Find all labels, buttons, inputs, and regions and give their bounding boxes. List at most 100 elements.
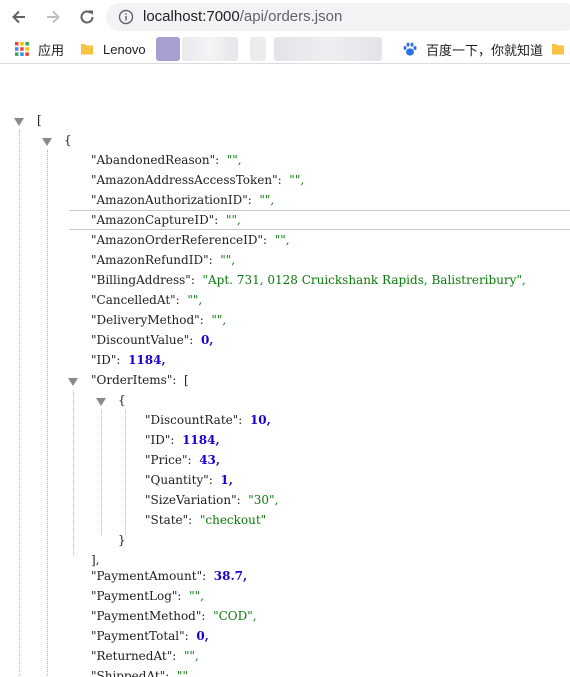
json-key: "Quantity" (145, 473, 209, 487)
json-row: "AmazonAddressAccessToken": "", (91, 173, 305, 187)
url-host: localhost:7000 (143, 8, 240, 25)
address-url[interactable]: localhost:7000/api/orders.json (143, 8, 342, 25)
json-key: "OrderItems" (91, 373, 173, 387)
json-number-value: 1184, (128, 353, 166, 367)
json-row-orderitems: "OrderItems": [ (91, 373, 189, 387)
array-open-bracket: [ (37, 113, 42, 127)
json-string-value: "", (211, 313, 227, 327)
back-button[interactable] (7, 5, 31, 29)
json-row: "PaymentMethod": "COD", (91, 609, 257, 623)
info-icon[interactable] (118, 9, 134, 25)
bookmark-baidu[interactable]: 百度一下，你就知道 (402, 39, 543, 59)
orderitems-close-bracket: ], (91, 553, 100, 567)
json-row: "ID": 1184, (145, 433, 220, 447)
json-row: "DiscountValue": 0, (91, 333, 214, 347)
json-string-value: "30", (248, 493, 279, 507)
json-string-value: "", (220, 253, 236, 267)
json-number-value: 10, (249, 413, 271, 427)
json-viewer: [ { "AbandonedReason": "", "AmazonAddress… (0, 64, 570, 677)
json-row: "PaymentAmount": 38.7, (91, 569, 248, 583)
blurred-bookmark-icon (156, 37, 180, 61)
json-key: "ID" (145, 433, 171, 447)
json-row: "AmazonOrderReferenceID": "", (91, 233, 290, 247)
browser-toolbar: localhost:7000/api/orders.json (0, 0, 570, 34)
json-string-value: "", (259, 193, 275, 207)
json-string-value: "" (176, 669, 188, 677)
json-key: "BillingAddress" (91, 273, 191, 287)
json-string-value: "Apt. 731, 0128 Cruickshank Rapids, Bali… (202, 273, 526, 287)
item-close-brace: } (118, 533, 126, 547)
collapse-toggle-icon[interactable] (42, 137, 52, 147)
bookmarks-bar: 应用 Lenovo 百度一下，你就知道 (0, 35, 570, 64)
orderitems-open-bracket: [ (184, 373, 189, 387)
json-key: "PaymentTotal" (91, 629, 185, 643)
json-number-value: 38.7, (213, 569, 248, 583)
json-string-value: "", (289, 173, 305, 187)
json-key: "AmazonRefundID" (91, 253, 209, 267)
json-row: "SizeVariation": "30", (145, 493, 279, 507)
address-bar[interactable]: localhost:7000/api/orders.json (106, 3, 570, 31)
bookmark-folder[interactable] (550, 39, 570, 59)
json-string-value: "", (226, 153, 242, 167)
json-key: "SizeVariation" (145, 493, 237, 507)
json-number-value: 0, (196, 629, 209, 643)
json-key: "AbandonedReason" (91, 153, 216, 167)
json-row: "AbandonedReason": "", (91, 153, 242, 167)
baidu-paw-icon (403, 42, 417, 56)
json-key: "CancelledAt" (91, 293, 176, 307)
json-row: "ID": 1184, (91, 353, 166, 367)
json-key: "Price" (145, 453, 188, 467)
json-key: "PaymentMethod" (91, 609, 202, 623)
collapse-toggle-icon[interactable] (68, 377, 78, 387)
json-string-value: "checkout" (199, 513, 267, 527)
json-string-value: "", (274, 233, 290, 247)
collapse-toggle-icon[interactable] (96, 397, 106, 407)
reload-button[interactable] (75, 5, 99, 29)
json-key: "AmazonOrderReferenceID" (91, 233, 264, 247)
folder-icon (552, 44, 564, 55)
json-row: "ReturnedAt": "", (91, 649, 199, 663)
json-key: "ID" (91, 353, 117, 367)
folder-icon (81, 44, 93, 55)
arrow-left-icon (12, 10, 25, 24)
indent-guide (101, 410, 102, 535)
json-key: "DiscountValue" (91, 333, 190, 347)
json-number-value: 43, (199, 453, 221, 467)
json-row: "BillingAddress": "Apt. 731, 0128 Cruick… (91, 273, 526, 287)
bookmark-lenovo[interactable]: Lenovo (79, 39, 146, 59)
json-string-value: "", (189, 589, 204, 603)
bookmark-baidu-label: 百度一下，你就知道 (426, 42, 544, 58)
arrow-right-icon (47, 10, 60, 24)
json-row: "AmazonAuthorizationID": "", (91, 193, 275, 207)
json-row: "AmazonRefundID": "", (91, 253, 236, 267)
json-row: "AmazonCaptureID": "", (91, 213, 241, 227)
url-path: /api/orders.json (239, 8, 343, 25)
json-number-value: 1, (220, 473, 233, 487)
json-key: "State" (145, 513, 189, 527)
json-row: "Price": 43, (145, 453, 221, 467)
bookmark-apps[interactable]: 应用 (14, 39, 64, 59)
blurred-bookmark (250, 37, 266, 61)
json-key: "AmazonAddressAccessToken" (91, 173, 278, 187)
json-string-value: "", (225, 213, 241, 227)
item-open-brace: { (118, 393, 126, 407)
json-key: "AmazonCaptureID" (91, 213, 215, 227)
json-key: "PaymentAmount" (91, 569, 203, 583)
json-key: "ShippedAt" (91, 669, 166, 677)
apps-grid-icon (15, 42, 29, 56)
json-key: "PaymentLog" (91, 589, 178, 603)
json-row: "Quantity": 1, (145, 473, 233, 487)
bookmark-lenovo-label: Lenovo (103, 41, 146, 57)
json-row: "PaymentLog": "", (91, 589, 204, 603)
forward-button[interactable] (41, 5, 65, 29)
bookmark-apps-label: 应用 (38, 42, 65, 58)
json-key: "AmazonAuthorizationID" (91, 193, 248, 207)
json-row: "CancelledAt": "", (91, 293, 203, 307)
collapse-toggle-icon[interactable] (14, 117, 24, 127)
indent-guide (73, 390, 74, 555)
json-row: "ShippedAt": "" (91, 666, 188, 677)
json-number-value: 0, (200, 333, 214, 347)
indent-guide (125, 410, 126, 535)
indent-guide (47, 150, 48, 677)
json-key: "ReturnedAt" (91, 649, 173, 663)
